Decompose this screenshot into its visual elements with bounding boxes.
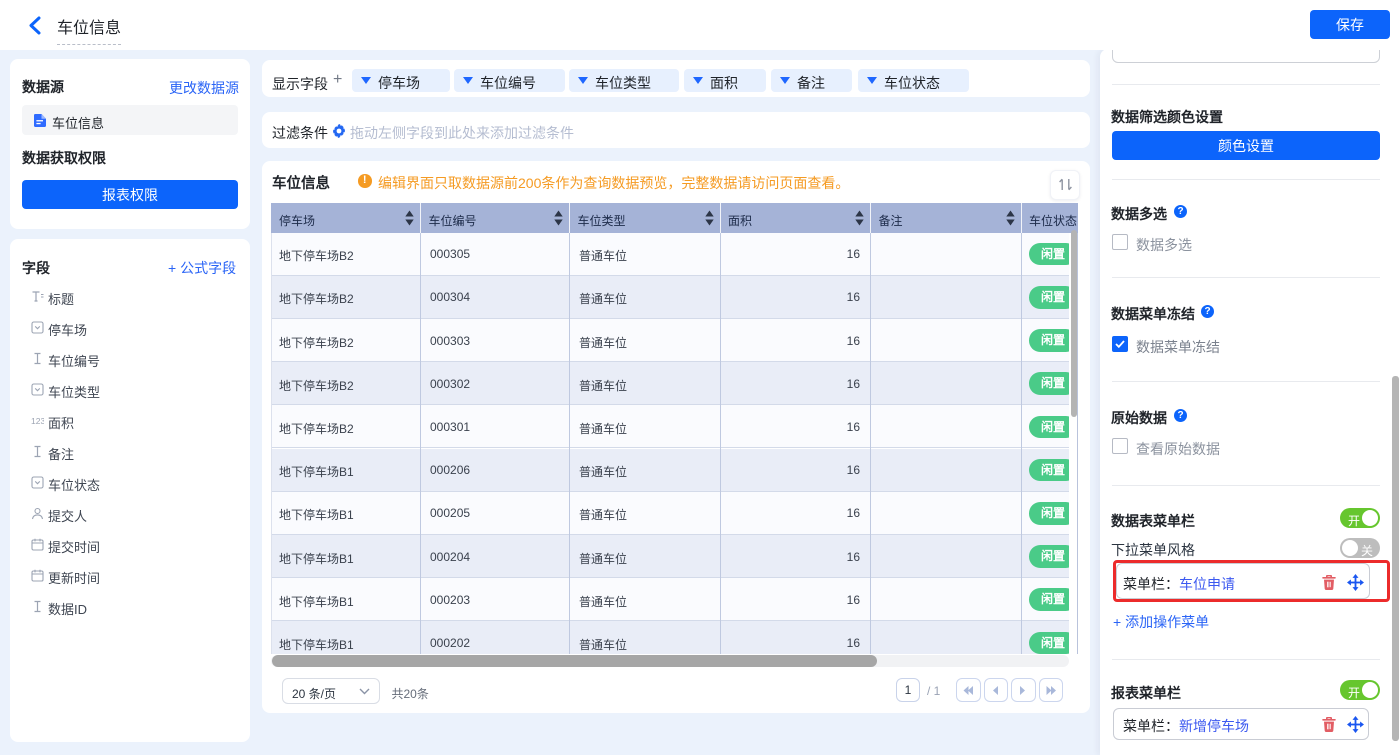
svg-text:123: 123 xyxy=(31,416,44,426)
